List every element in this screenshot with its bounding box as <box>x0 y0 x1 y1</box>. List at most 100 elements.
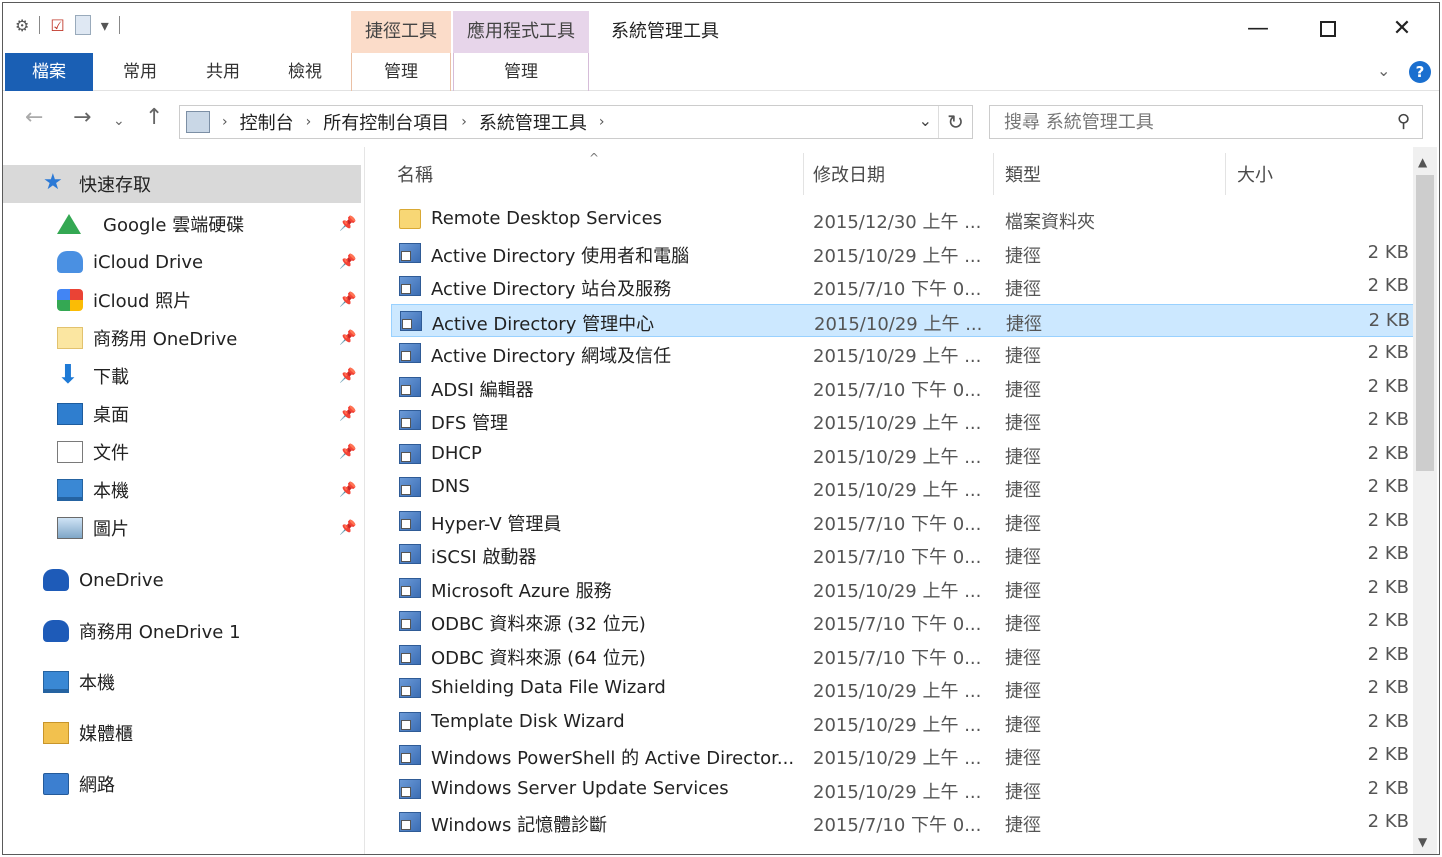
table-row[interactable]: Active Directory 使用者和電腦 2015/10/29 上午 ...… <box>391 237 1415 270</box>
nav-pictures[interactable]: 圖片 📌 <box>3 509 361 547</box>
shortcut-icon <box>399 410 421 430</box>
file-size: 2 KB <box>1367 476 1409 497</box>
help-icon[interactable]: ? <box>1409 61 1431 83</box>
column-divider[interactable] <box>1225 153 1226 195</box>
nav-documents[interactable]: 文件 📌 <box>3 433 361 471</box>
checklist-icon[interactable]: ☑ <box>50 16 64 35</box>
file-name: ODBC 資料來源 (64 位元) <box>431 647 646 669</box>
new-folder-icon[interactable] <box>74 15 91 35</box>
column-divider[interactable] <box>803 153 804 195</box>
file-date: 2015/7/10 下午 0... <box>813 647 982 669</box>
nav-onedrive-business-1[interactable]: 商務用 OneDrive 1 <box>3 612 361 650</box>
tab-view[interactable]: 檢視 <box>265 53 345 91</box>
table-row[interactable]: DHCP 2015/10/29 上午 ... 捷徑 2 KB <box>391 438 1415 471</box>
breadcrumb-separator-icon[interactable]: › <box>306 114 312 130</box>
table-row[interactable]: DFS 管理 2015/10/29 上午 ... 捷徑 2 KB <box>391 404 1415 437</box>
tab-file[interactable]: 檔案 <box>5 53 93 91</box>
table-row[interactable]: ADSI 編輯器 2015/7/10 下午 0... 捷徑 2 KB <box>391 371 1415 404</box>
nav-desktop[interactable]: 桌面 📌 <box>3 395 361 433</box>
file-name: Active Directory 網域及信任 <box>431 346 672 367</box>
file-date: 2015/7/10 下午 0... <box>813 547 982 568</box>
close-button[interactable]: ✕ <box>1379 9 1425 49</box>
nav-icloud-drive[interactable]: iCloud Drive 📌 <box>3 243 361 281</box>
nav-icloud-photos[interactable]: iCloud 照片 📌 <box>3 281 361 319</box>
table-row[interactable]: Windows PowerShell 的 Active Director... 2… <box>391 739 1415 772</box>
tab-home[interactable]: 常用 <box>97 53 183 91</box>
address-bar[interactable]: › 控制台 › 所有控制台項目 › 系統管理工具 › ⌄ ↻ <box>179 105 973 139</box>
column-divider[interactable] <box>993 153 994 195</box>
table-row[interactable]: ODBC 資料來源 (32 位元) 2015/7/10 下午 0... 捷徑 2 KB <box>391 605 1415 638</box>
back-button[interactable]: ← <box>25 105 43 130</box>
table-row[interactable]: Microsoft Azure 服務 2015/10/29 上午 ... 捷徑 2 K… <box>391 572 1415 605</box>
nav-google-drive[interactable]: Google 雲端硬碟 📌 <box>3 205 361 243</box>
nav-onedrive[interactable]: OneDrive <box>3 561 361 599</box>
properties-icon[interactable]: ⚙ <box>15 16 29 35</box>
scrollbar-thumb[interactable] <box>1416 175 1434 471</box>
pin-icon[interactable]: 📌 <box>339 216 356 232</box>
breadcrumb-all-items[interactable]: 所有控制台項目 <box>323 109 449 135</box>
table-row[interactable]: ODBC 資料來源 (64 位元) 2015/7/10 下午 0... 捷徑 2 KB <box>391 639 1415 672</box>
pin-icon[interactable]: 📌 <box>339 520 356 536</box>
table-row[interactable]: Remote Desktop Services 2015/12/30 上午 ...… <box>391 203 1415 236</box>
icloud-drive-icon <box>57 251 83 273</box>
table-row[interactable]: Windows Server Update Services 2015/10/29… <box>391 773 1415 806</box>
search-input[interactable] <box>990 106 1370 138</box>
tab-app-manage[interactable]: 管理 <box>453 53 589 91</box>
minimize-button[interactable]: — <box>1235 9 1281 49</box>
file-type: 捷徑 <box>1005 547 1041 568</box>
pin-icon[interactable]: 📌 <box>339 444 356 460</box>
column-date[interactable]: 修改日期 <box>813 161 885 187</box>
tab-shortcut-manage[interactable]: 管理 <box>351 53 451 91</box>
column-type[interactable]: 類型 <box>1005 161 1041 187</box>
pin-icon[interactable]: 📌 <box>339 406 356 422</box>
pin-icon[interactable]: 📌 <box>339 254 356 270</box>
file-name: Microsoft Azure 服務 <box>431 580 612 602</box>
tab-share[interactable]: 共用 <box>183 53 263 91</box>
breadcrumb-control-panel[interactable]: 控制台 <box>240 109 294 135</box>
nav-quick-access[interactable]: ★ 快速存取 <box>3 165 361 203</box>
breadcrumb-admin-tools[interactable]: 系統管理工具 <box>479 109 587 135</box>
recent-locations-icon[interactable]: ⌄ <box>113 113 125 129</box>
column-name[interactable]: 名稱 <box>397 161 433 187</box>
nav-onedrive-business[interactable]: 商務用 OneDrive 📌 <box>3 319 361 357</box>
table-row[interactable]: iSCSI 啟動器 2015/7/10 下午 0... 捷徑 2 KB <box>391 538 1415 571</box>
nav-downloads[interactable]: ⬇ 下載 📌 <box>3 357 361 395</box>
scroll-up-icon[interactable]: ▲ <box>1418 155 1427 169</box>
nav-network[interactable]: 網路 <box>3 765 361 803</box>
breadcrumb-separator-icon[interactable]: › <box>222 114 228 130</box>
table-row[interactable]: Template Disk Wizard 2015/10/29 上午 ... 捷徑 2… <box>391 706 1415 739</box>
pin-icon[interactable]: 📌 <box>339 482 356 498</box>
search-icon[interactable]: ⚲ <box>1397 111 1410 132</box>
refresh-button[interactable]: ↻ <box>938 106 972 138</box>
breadcrumb-separator-icon[interactable]: › <box>599 114 605 130</box>
control-panel-icon <box>186 111 210 133</box>
table-row[interactable]: DNS 2015/10/29 上午 ... 捷徑 2 KB <box>391 471 1415 504</box>
nav-this-pc[interactable]: 本機 <box>3 663 361 701</box>
up-button[interactable]: ↑ <box>145 105 163 130</box>
column-size[interactable]: 大小 <box>1237 161 1273 187</box>
table-row[interactable]: Active Directory 站台及服務 2015/7/10 下午 0... 捷… <box>391 270 1415 303</box>
breadcrumb-separator-icon[interactable]: › <box>461 114 467 130</box>
file-date: 2015/7/10 下午 0... <box>813 279 982 300</box>
vertical-scrollbar[interactable]: ▲ ▼ <box>1413 147 1437 854</box>
pin-icon[interactable]: 📌 <box>339 292 356 308</box>
customize-qat-icon[interactable]: ▾ <box>101 16 109 35</box>
forward-button[interactable]: → <box>73 105 91 130</box>
table-row[interactable]: Active Directory 網域及信任 2015/10/29 上午 ... 捷… <box>391 337 1415 370</box>
file-name: Windows 記憶體診斷 <box>431 815 608 836</box>
expand-ribbon-icon[interactable]: ⌄ <box>1377 61 1390 80</box>
file-size: 2 KB <box>1367 442 1409 464</box>
table-row[interactable]: Windows 記憶體診斷 2015/7/10 下午 0... 捷徑 2 KB <box>391 806 1415 839</box>
pin-icon[interactable]: 📌 <box>339 368 356 384</box>
table-row[interactable]: Shielding Data File Wizard 2015/10/29 上午 … <box>391 672 1415 705</box>
pin-icon[interactable]: 📌 <box>339 330 356 346</box>
maximize-button[interactable] <box>1305 9 1351 49</box>
quick-access-toolbar: ⚙ ☑ ▾ <box>15 15 120 35</box>
table-row[interactable]: Active Directory 管理中心 2015/10/29 上午 ... 捷徑… <box>391 303 1415 337</box>
qat-separator-2 <box>118 16 120 34</box>
scroll-down-icon[interactable]: ▼ <box>1418 835 1427 849</box>
address-dropdown-icon[interactable]: ⌄ <box>919 111 932 130</box>
table-row[interactable]: Hyper-V 管理員 2015/7/10 下午 0... 捷徑 2 KB <box>391 505 1415 538</box>
nav-libraries[interactable]: 媒體櫃 <box>3 714 361 752</box>
nav-this-pc-pinned[interactable]: 本機 📌 <box>3 471 361 509</box>
